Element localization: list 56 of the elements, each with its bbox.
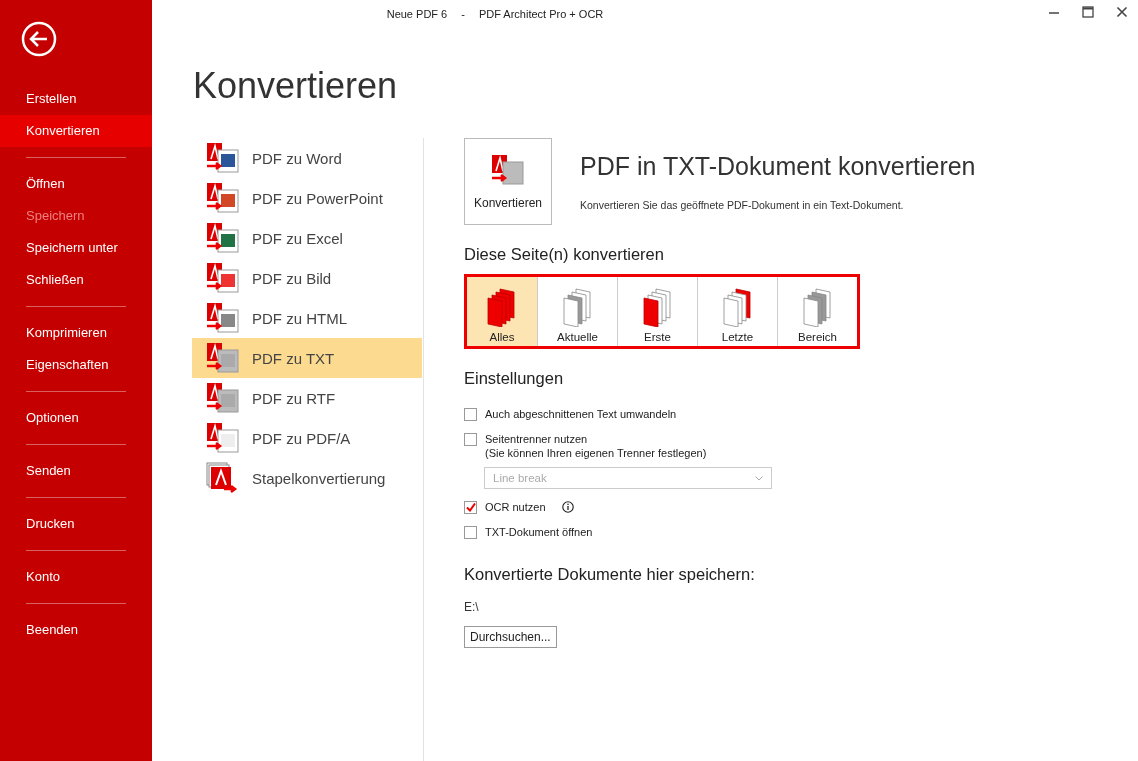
detail-title: PDF in TXT-Dokument konvertieren xyxy=(580,152,976,181)
pdf-convert-icon xyxy=(206,182,240,214)
checkbox[interactable] xyxy=(464,501,477,514)
checkbox-label: OCR nutzen xyxy=(485,501,546,513)
window-title: PDF Architect Pro + OCR xyxy=(478,8,604,20)
format-item[interactable]: PDF zu PDF/A xyxy=(192,418,422,458)
sidebar-item[interactable]: Beenden xyxy=(0,614,152,646)
pdf-convert-icon xyxy=(206,422,240,454)
format-item[interactable]: PDF zu Excel xyxy=(192,218,422,258)
convert-button[interactable]: Konvertieren xyxy=(464,138,552,225)
format-item[interactable]: PDF zu RTF xyxy=(192,378,422,418)
detail-description: Konvertieren Sie das geöffnete PDF-Dokument in ein Text-Dokument. xyxy=(580,199,905,211)
checkbox[interactable] xyxy=(464,408,477,421)
pdf-convert-icon xyxy=(206,262,240,294)
sidebar-item[interactable]: Erstellen xyxy=(0,83,152,115)
sidebar-item[interactable]: Komprimieren xyxy=(0,317,152,349)
section-heading: Einstellungen xyxy=(464,369,564,388)
sidebar-item[interactable]: Öffnen xyxy=(0,168,152,200)
checkbox-label: Auch abgeschnittenen Text umwandeln xyxy=(485,408,677,420)
close-icon[interactable] xyxy=(1116,6,1128,18)
maximize-icon[interactable] xyxy=(1082,6,1094,18)
pdf-convert-icon xyxy=(206,142,240,174)
sidebar-item[interactable]: Konvertieren xyxy=(0,115,152,147)
sidebar-item[interactable]: Konto xyxy=(0,561,152,593)
checkbox[interactable] xyxy=(464,526,477,539)
sidebar-item[interactable]: Drucken xyxy=(0,508,152,540)
page-option-button[interactable]: Alles xyxy=(467,277,537,346)
checkbox[interactable] xyxy=(464,433,477,446)
pdf-convert-icon xyxy=(206,342,240,374)
window-title: Neue PDF 6 xyxy=(386,8,448,20)
sidebar-item[interactable]: Optionen xyxy=(0,402,152,434)
sidebar-item[interactable]: Schließen xyxy=(0,264,152,296)
page-title: Konvertieren xyxy=(193,64,399,108)
pdf-to-txt-icon xyxy=(491,153,525,186)
save-path: E:\ xyxy=(464,600,479,614)
format-item[interactable]: PDF zu HTML xyxy=(192,298,422,338)
format-item[interactable]: Stapelkonvertierung xyxy=(192,458,422,498)
checkbox-label: Seitentrenner nutzen xyxy=(485,433,589,445)
chevron-down-icon xyxy=(755,475,763,481)
section-heading: Konvertierte Dokumente hier speichern: xyxy=(464,565,755,584)
info-icon[interactable] xyxy=(561,501,574,513)
window-title: - xyxy=(461,8,465,20)
section-heading: Diese Seite(n) konvertieren xyxy=(464,245,664,264)
checkbox-label: TXT-Dokument öffnen xyxy=(485,526,593,538)
pdf-convert-icon xyxy=(206,222,240,254)
pdf-convert-icon xyxy=(206,382,240,414)
checkbox-note: (Sie können Ihren eigenen Trenner festlegen) xyxy=(485,447,707,459)
format-item[interactable]: PDF zu Word xyxy=(192,138,422,178)
pdf-convert-icon xyxy=(206,302,240,334)
format-item[interactable]: PDF zu Bild xyxy=(192,258,422,298)
sidebar-item[interactable]: Senden xyxy=(0,455,152,487)
format-item[interactable]: PDF zu PowerPoint xyxy=(192,178,422,218)
sidebar-item[interactable]: Eigenschaften xyxy=(0,349,152,381)
browse-button[interactable]: Durchsuchen... xyxy=(464,626,557,648)
format-item[interactable]: PDF zu TXT xyxy=(192,338,422,378)
sidebar-item[interactable]: Speichern unter xyxy=(0,232,152,264)
